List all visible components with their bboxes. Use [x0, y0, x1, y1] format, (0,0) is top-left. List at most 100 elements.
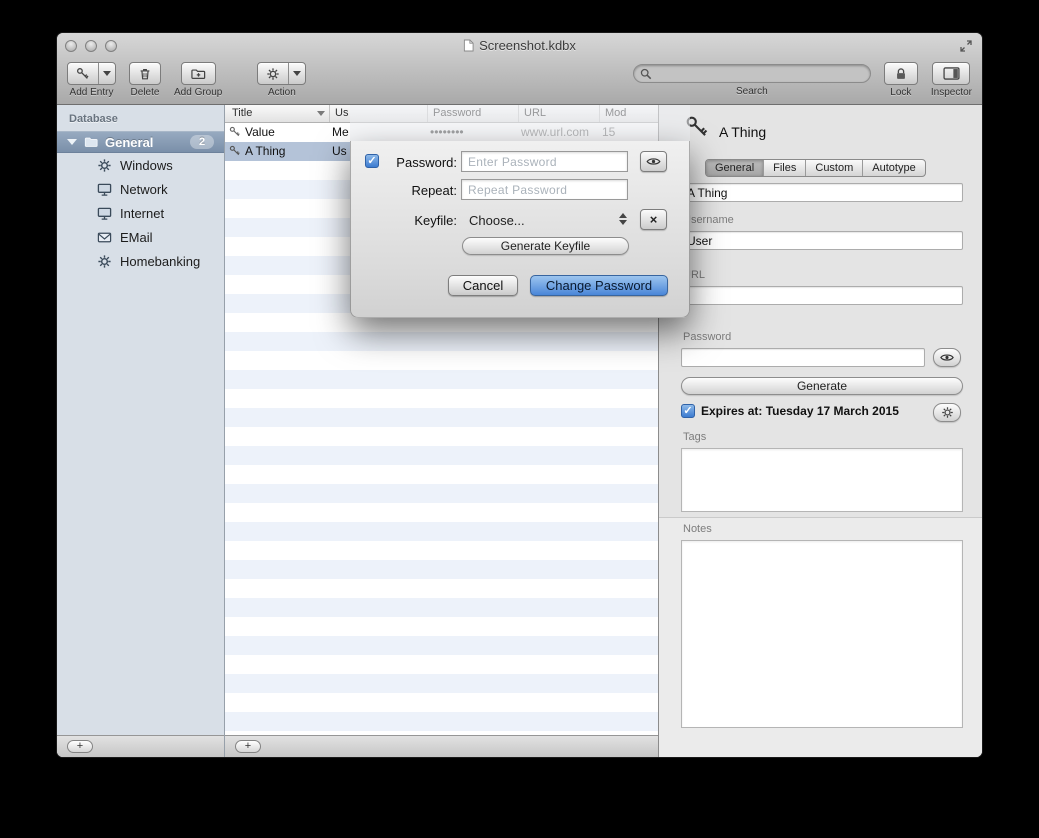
add-group-plus-button[interactable]: + — [67, 740, 93, 753]
keyfile-popup[interactable]: Choose... — [469, 213, 525, 228]
popup-stepper-icon[interactable] — [619, 213, 627, 225]
desktop: Screenshot.kdbx Add Entry — [0, 0, 1039, 838]
app-window: Screenshot.kdbx Add Entry — [57, 33, 982, 757]
sidebar-group-general[interactable]: General 2 — [57, 131, 224, 153]
keyfile-label: Keyfile: — [351, 213, 457, 228]
folder-icon — [83, 135, 99, 149]
row-title: A Thing — [245, 144, 285, 158]
sidebar-group-label: General — [105, 135, 153, 150]
fullscreen-icon[interactable] — [960, 40, 972, 52]
eye-icon — [940, 353, 954, 362]
generate-keyfile-button[interactable]: Generate Keyfile — [462, 237, 629, 255]
monitor-icon — [97, 206, 112, 221]
key-icon — [229, 145, 241, 157]
notes-input[interactable] — [681, 540, 963, 728]
sidebar-item-network[interactable]: Network — [57, 177, 224, 201]
lock-button[interactable]: Lock — [884, 62, 918, 98]
tab-files[interactable]: Files — [764, 160, 806, 176]
document-icon — [463, 39, 474, 52]
inspector-label: Inspector — [931, 87, 972, 98]
expires-checkbox[interactable]: ✓ — [681, 404, 695, 418]
generate-password-button[interactable]: Generate — [681, 377, 963, 395]
folder-plus-icon — [182, 63, 215, 84]
search-icon — [640, 68, 652, 80]
row-username: Us — [332, 144, 347, 158]
window-title-text: Screenshot.kdbx — [479, 38, 576, 53]
url-field[interactable] — [681, 286, 963, 305]
new-password-input[interactable] — [461, 151, 628, 172]
action-label: Action — [268, 87, 296, 98]
password-field[interactable] — [681, 348, 925, 367]
tab-autotype[interactable]: Autotype — [863, 160, 924, 176]
search-field[interactable] — [633, 64, 871, 83]
tags-input[interactable] — [681, 448, 963, 512]
expires-label: Expires at: Tuesday 17 March 2015 — [701, 404, 899, 418]
title-field[interactable] — [681, 183, 963, 202]
change-password-sheet: ✓ Password: Repeat: Keyfile: Choose... ×… — [350, 105, 690, 318]
row-username: Me — [332, 125, 349, 139]
row-title: Value — [245, 125, 275, 139]
inspector-panel: A Thing General Files Custom Autotype Us… — [658, 105, 982, 757]
add-entry-plus-button[interactable]: + — [235, 740, 261, 753]
repeat-field-label: Repeat: — [351, 183, 457, 198]
monitor-icon — [97, 182, 112, 197]
expires-settings-button[interactable] — [933, 403, 961, 422]
sidebar: Database General 2 Windows Network — [57, 105, 225, 757]
add-entry-label: Add Entry — [70, 87, 114, 98]
chevron-down-icon[interactable] — [288, 63, 305, 84]
column-header-title[interactable]: Title — [232, 107, 252, 119]
delete-button[interactable]: Delete — [129, 62, 161, 98]
clear-keyfile-button[interactable]: × — [640, 209, 667, 230]
inspector-toggle-button[interactable]: Inspector — [931, 62, 972, 98]
username-label: Username — [683, 214, 734, 226]
column-header-username[interactable]: Us — [335, 107, 348, 119]
window-chrome: Screenshot.kdbx Add Entry — [57, 33, 982, 105]
gear-icon — [97, 158, 112, 173]
sheet-fade-overlay — [350, 105, 690, 141]
search-area: Search — [633, 64, 871, 97]
toolbar: Add Entry Delete Add Group — [57, 59, 982, 105]
search-input[interactable] — [656, 67, 864, 81]
tags-label: Tags — [683, 431, 706, 443]
password-label: Password — [683, 331, 731, 343]
inspector-tabs: General Files Custom Autotype — [705, 159, 926, 177]
username-field[interactable] — [681, 231, 963, 250]
lock-label: Lock — [890, 87, 911, 98]
change-password-button[interactable]: Change Password — [530, 275, 668, 296]
sidebar-item-email[interactable]: EMail — [57, 225, 224, 249]
show-password-button[interactable] — [933, 348, 961, 367]
entry-list-bottom-bar: + — [225, 735, 658, 757]
envelope-icon — [97, 230, 112, 245]
disclosure-triangle-icon[interactable] — [67, 139, 77, 145]
add-group-button[interactable]: Add Group — [174, 62, 222, 98]
sheet-body: ✓ Password: Repeat: Keyfile: Choose... ×… — [350, 141, 690, 318]
add-entry-button[interactable]: Add Entry — [67, 62, 116, 98]
show-password-button[interactable] — [640, 151, 667, 172]
sidebar-item-label: Network — [120, 182, 168, 197]
expires-row: ✓ Expires at: Tuesday 17 March 2015 — [681, 404, 899, 418]
cancel-button[interactable]: Cancel — [448, 275, 518, 296]
tab-custom[interactable]: Custom — [806, 160, 863, 176]
lock-icon — [894, 67, 908, 81]
chevron-down-icon[interactable] — [98, 63, 115, 84]
sidebar-item-windows[interactable]: Windows — [57, 153, 224, 177]
group-count-badge: 2 — [190, 135, 214, 149]
titlebar[interactable]: Screenshot.kdbx — [57, 33, 982, 59]
trash-icon — [130, 63, 160, 84]
sidebar-section-database: Database — [57, 105, 224, 125]
action-button[interactable]: Action — [257, 62, 306, 98]
sort-indicator-icon — [317, 111, 325, 116]
sidebar-item-homebanking[interactable]: Homebanking — [57, 249, 224, 273]
repeat-password-input[interactable] — [461, 179, 628, 200]
window-title: Screenshot.kdbx — [57, 38, 982, 53]
add-group-label: Add Group — [174, 87, 222, 98]
key-icon — [68, 63, 98, 84]
tab-general[interactable]: General — [706, 160, 764, 176]
gear-icon — [941, 406, 954, 419]
notes-label: Notes — [683, 523, 712, 535]
sidebar-item-label: Internet — [120, 206, 164, 221]
sidebar-item-internet[interactable]: Internet — [57, 201, 224, 225]
gear-icon — [97, 254, 112, 269]
password-field-label: Password: — [351, 155, 457, 170]
delete-label: Delete — [131, 87, 160, 98]
